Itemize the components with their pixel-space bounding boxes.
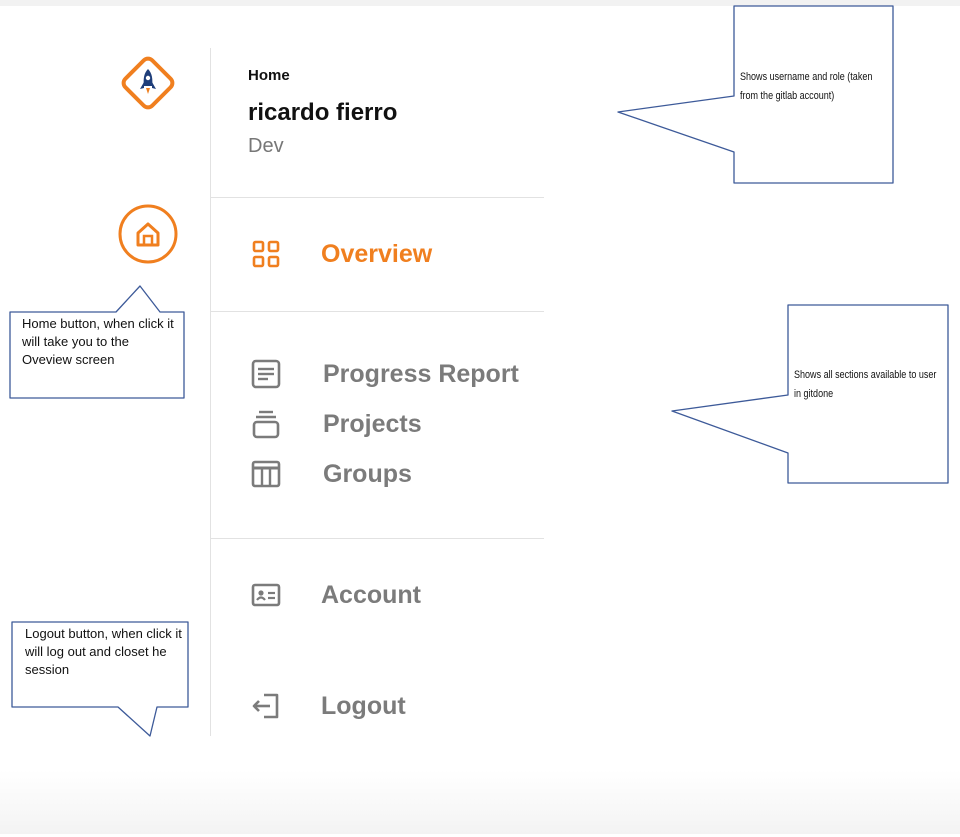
divider (211, 538, 544, 539)
id-card-icon (248, 577, 284, 613)
home-callout: Home button, when click it will take you… (9, 285, 186, 400)
nav-label: Progress Report (323, 359, 519, 388)
rocket-logo-icon (118, 53, 178, 113)
nav-label: Projects (323, 409, 422, 438)
annotation-text: Shows all sections available to user in … (794, 369, 937, 400)
annotation-text: Home button, when click it will take you… (22, 316, 174, 367)
bottom-edge (0, 770, 960, 834)
nav-item-progress-report[interactable]: Progress Report (248, 354, 538, 394)
divider (211, 197, 544, 198)
user-role: Dev (248, 135, 284, 157)
nav-item-projects[interactable]: Projects (248, 404, 538, 444)
home-icon (118, 204, 178, 264)
nav-item-overview[interactable]: Overview (248, 234, 538, 274)
nav-label: Account (321, 580, 421, 609)
nav-label: Groups (323, 459, 412, 488)
username: ricardo fierro (248, 99, 398, 126)
home-button[interactable] (118, 204, 178, 264)
grid-icon (248, 236, 284, 272)
document-icon (248, 356, 284, 392)
user-info-callout: Shows username and role (taken from the … (617, 5, 898, 186)
breadcrumb: Home (248, 67, 290, 84)
nav-item-groups[interactable]: Groups (248, 454, 538, 494)
sections-callout: Shows all sections available to user in … (671, 304, 952, 487)
columns-icon (248, 456, 284, 492)
annotation-text: Shows username and role (taken from the … (740, 71, 873, 102)
stack-icon (248, 406, 284, 442)
divider (211, 311, 544, 312)
nav-item-account[interactable]: Account (248, 575, 538, 615)
logout-icon (248, 688, 284, 724)
nav-label: Overview (321, 239, 433, 268)
logout-callout: Logout button, when click it will log ou… (11, 621, 190, 738)
nav-label: Logout (321, 691, 406, 720)
nav-item-logout[interactable]: Logout (248, 686, 538, 726)
sidebar-divider (210, 48, 211, 736)
annotation-text: Logout button, when click it will log ou… (25, 626, 182, 677)
